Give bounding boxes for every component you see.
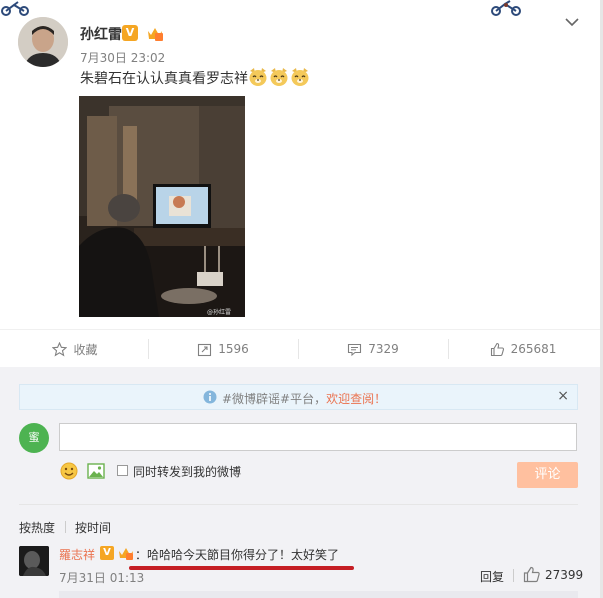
reply-button[interactable]: 回复 [480, 568, 504, 585]
section-divider [19, 504, 578, 505]
like-icon[interactable] [523, 566, 541, 583]
svg-text:@孙红雷: @孙红雷 [207, 308, 231, 316]
like-button[interactable]: 265681 [448, 330, 598, 368]
comment-button[interactable]: 7329 [298, 330, 448, 368]
vip-crown-icon [119, 548, 133, 560]
repost-count: 1596 [218, 342, 249, 356]
info-icon [203, 390, 217, 404]
favorite-button[interactable]: 收藏 [0, 330, 150, 368]
like-icon [490, 342, 504, 356]
doge-emoji-icon [270, 68, 288, 86]
sort-divider [65, 521, 66, 533]
notice-text: #微博辟谣#平台，欢迎查阅！ [222, 390, 386, 407]
repost-icon [198, 343, 212, 356]
current-user-avatar[interactable]: 蜜 [19, 423, 49, 453]
commenter-avatar[interactable] [19, 546, 49, 576]
verified-badge: V [122, 25, 138, 41]
star-icon [52, 341, 68, 356]
repost-checkbox-label[interactable]: 同时转发到我的微博 [133, 463, 241, 480]
verified-badge: V [100, 546, 114, 560]
rumor-notice-banner: #微博辟谣#平台，欢迎查阅！ × [19, 384, 578, 410]
repost-checkbox[interactable] [117, 465, 128, 476]
post-timestamp[interactable]: 7月30日 23:02 [80, 49, 165, 66]
weibo-post-card: 孙红雷 V 7月30日 23:02 朱碧石在认认真真看罗志祥 @孙红雷 收藏 1… [0, 0, 603, 598]
emoji-picker-icon[interactable] [60, 462, 78, 480]
doge-emoji-icon [249, 68, 267, 86]
author-avatar[interactable] [18, 17, 68, 67]
image-upload-icon[interactable] [87, 462, 105, 480]
doge-emoji-icon [291, 68, 309, 86]
sort-by-hot-tab[interactable]: 按热度 [19, 519, 55, 536]
post-text: 朱碧石在认认真真看罗志祥 [80, 71, 248, 87]
chevron-down-icon[interactable] [563, 15, 581, 29]
comment-input[interactable] [59, 423, 577, 451]
author-name[interactable]: 孙红雷 [80, 24, 122, 44]
post-action-bar: 收藏 1596 7329 265681 [0, 329, 600, 369]
comment-text: ：哈哈哈今天節目你得分了！太好笑了 [135, 548, 340, 562]
comment-like-count[interactable]: 27399 [545, 568, 583, 582]
like-count: 265681 [510, 342, 557, 356]
highlight-underline [129, 566, 354, 570]
comment-timestamp: 7月31日 01:13 [59, 571, 145, 585]
vip-crown-icon [148, 28, 163, 41]
notice-link[interactable]: 欢迎查阅！ [326, 392, 386, 406]
bike-decoration-icon [491, 0, 521, 16]
submit-comment-button[interactable]: 评论 [517, 462, 578, 488]
commenter-name[interactable]: 羅志祥 [59, 546, 95, 563]
sort-by-time-tab[interactable]: 按时间 [75, 519, 111, 536]
notice-prefix: #微博辟谣#平台， [222, 392, 327, 406]
reply-preview-strip [59, 591, 578, 598]
post-photo[interactable]: @孙红雷 [79, 96, 245, 317]
favorite-label: 收藏 [73, 342, 98, 357]
comment-action-divider [513, 569, 514, 582]
bike-decoration-icon [1, 1, 29, 16]
repost-button[interactable]: 1596 [148, 330, 298, 368]
comment-icon [348, 343, 362, 356]
comment-count: 7329 [368, 342, 399, 356]
close-icon[interactable]: × [557, 388, 569, 404]
